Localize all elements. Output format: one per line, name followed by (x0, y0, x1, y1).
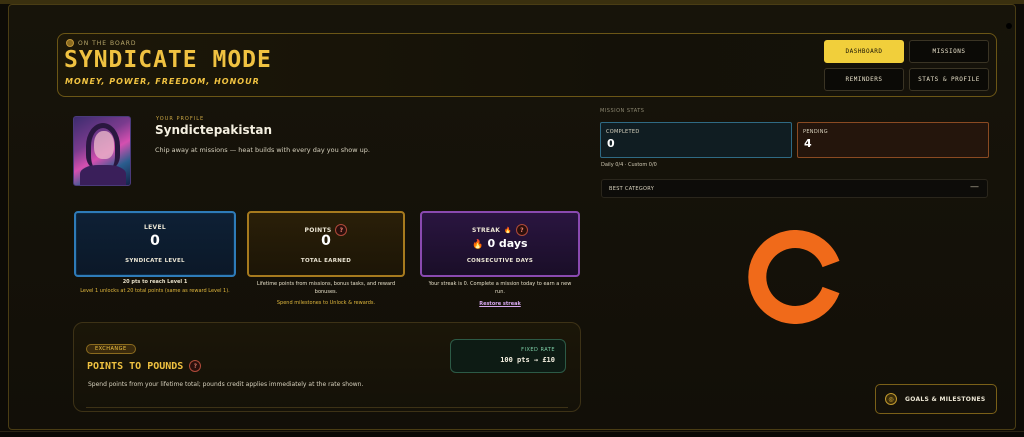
points-note-2: bonuses. (314, 289, 338, 295)
profile-panel: YOUR PROFILE Syndictepakistan Chip away … (57, 104, 589, 412)
points-note-3: Spend milestones to Unlock & rewards. (276, 300, 376, 306)
target-icon: ◎ (885, 393, 897, 405)
goals-milestones-label: GOALS & MILESTONES (905, 395, 986, 403)
streak-note-1: Your streak is 0. Complete a mission tod… (428, 281, 572, 287)
nav-stats-profile-button[interactable]: STATS & PROFILE (909, 68, 989, 91)
nav-dashboard-button[interactable]: DASHBOARD (824, 40, 904, 63)
status-dot-icon (66, 39, 74, 47)
header-kicker-text: ON THE BOARD (78, 39, 137, 47)
pending-stat: PENDING 4 (797, 122, 989, 158)
help-icon[interactable]: ? (189, 360, 202, 372)
points-sub: TOTAL EARNED (300, 258, 352, 264)
level-note-1: 20 pts to reach Level 1 (122, 279, 188, 285)
streak-sub: CONSECUTIVE DAYS (466, 258, 534, 264)
best-category-label: BEST CATEGORY (609, 186, 655, 192)
streak-label: STREAK 🔥 ? (422, 224, 578, 236)
profile-name: Syndictepakistan (155, 123, 272, 137)
avatar (73, 116, 131, 186)
level-label: LEVEL (144, 224, 166, 231)
exchange-panel: EXCHANGE POINTS TO POUNDS ? Spend points… (73, 322, 581, 412)
page-title: SYNDICATE MODE (64, 47, 272, 73)
exchange-description: Spend points from your lifetime total; p… (88, 381, 364, 388)
completed-value: 0 (607, 137, 615, 150)
collapse-icon[interactable]: — (970, 182, 979, 192)
taskbar (0, 431, 1024, 437)
points-note-1: Lifetime points from missions, bonus tas… (256, 281, 396, 287)
goals-milestones-button[interactable]: ◎ GOALS & MILESTONES (875, 384, 997, 414)
streak-card: STREAK 🔥 ? 🔥 0 days CONSECUTIVE DAYS (420, 211, 580, 277)
profile-tagline: Chip away at missions — heat builds with… (155, 146, 370, 154)
fixed-rate-box: FIXED RATE 100 pts → £10 (450, 339, 566, 373)
page-subtitle: MONEY, POWER, FREEDOM, HONOUR (65, 77, 260, 86)
profile-kicker: YOUR PROFILE (156, 116, 205, 122)
streak-note-2: run. (495, 289, 505, 295)
best-category-toggle[interactable]: BEST CATEGORY — (601, 179, 988, 198)
exchange-title: POINTS TO POUNDS ? (87, 360, 202, 372)
window-dot (1006, 23, 1012, 29)
mission-split: Daily 0/4 · Custom 0/0 (601, 162, 657, 168)
completed-label: COMPLETED (606, 129, 640, 135)
completed-stat: COMPLETED 0 (600, 122, 792, 158)
exchange-badge: EXCHANGE (86, 344, 136, 354)
flame-icon: 🔥 (504, 226, 512, 234)
rate-value: 100 pts → £10 (500, 356, 555, 364)
loading-spinner-icon (748, 230, 840, 324)
nav-reminders-button[interactable]: REMINDERS (824, 68, 904, 91)
rate-label: FIXED RATE (521, 347, 555, 353)
flame-icon: 🔥 (472, 240, 484, 250)
level-note-2: Level 1 unlocks at 20 total points (same… (80, 288, 230, 294)
header-kicker: ON THE BOARD (66, 39, 137, 47)
restore-streak-link[interactable]: Restore streak (420, 300, 580, 308)
streak-value: 🔥 0 days (472, 237, 528, 250)
help-icon[interactable]: ? (516, 224, 528, 236)
pending-label: PENDING (803, 129, 828, 135)
points-card: POINTS ? 0 TOTAL EARNED (247, 211, 405, 277)
pending-value: 4 (804, 137, 812, 150)
level-sub: SYNDICATE LEVEL (125, 258, 185, 264)
nav-missions-button[interactable]: MISSIONS (909, 40, 989, 63)
level-card: LEVEL 0 SYNDICATE LEVEL (74, 211, 236, 277)
points-value: 0 (321, 233, 331, 249)
level-value: 0 (150, 233, 160, 249)
divider (86, 407, 568, 408)
mission-stats-kicker: MISSION STATS (600, 108, 645, 114)
